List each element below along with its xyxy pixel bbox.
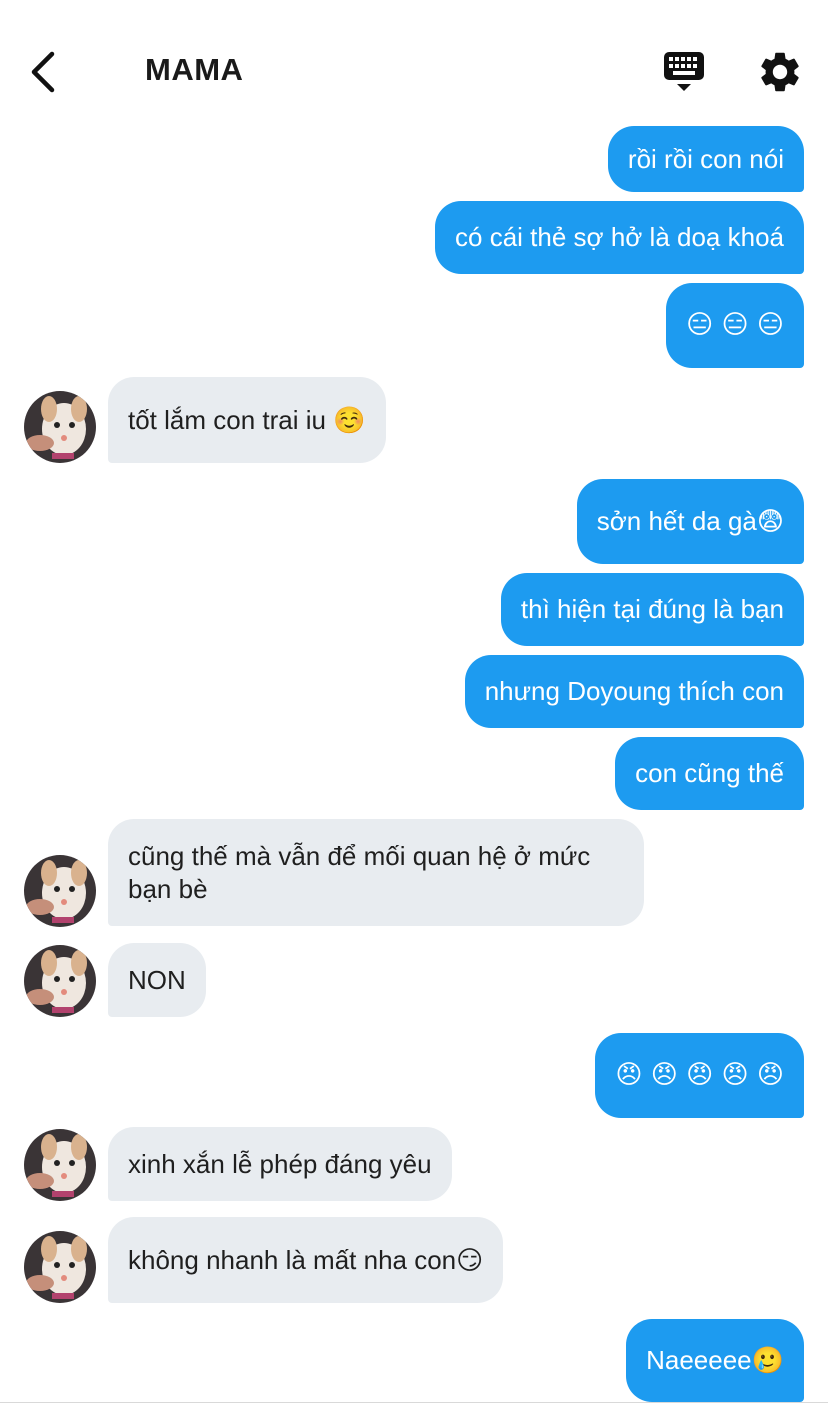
message-text: thì hiện tại đúng là bạn: [520, 594, 784, 624]
message-text: xinh xắn lễ phép đáng yêu: [128, 1148, 432, 1179]
keyboard-icon: [664, 52, 704, 91]
chat-header: MAMA: [0, 0, 828, 125]
message-bubble-incoming[interactable]: xinh xắn lễ phép đáng yêu: [108, 1127, 452, 1201]
avatar[interactable]: [24, 391, 96, 463]
conversation-title: MAMA: [145, 52, 244, 87]
avatar[interactable]: [24, 855, 96, 927]
dog-avatar: [24, 1231, 96, 1303]
keyboard-toggle-button[interactable]: [660, 50, 708, 94]
dog-avatar: [24, 855, 96, 927]
message-bubble-incoming[interactable]: không nhanh là mất nha con😏: [108, 1217, 504, 1303]
message-bubble-outgoing[interactable]: con cũng thế: [615, 737, 804, 810]
message-bubble-incoming[interactable]: cũng thế mà vẫn để mối quan hệ ở mức bạn…: [108, 819, 644, 926]
message-bubble-outgoing[interactable]: rồi rồi con nói: [607, 126, 804, 192]
message-text: NON: [128, 964, 186, 995]
message-text: sởn hết da gà😨: [596, 506, 784, 536]
avatar[interactable]: [24, 1231, 96, 1303]
message-text: có cái thẻ sợ hở là doạ khoá: [455, 222, 784, 252]
settings-button[interactable]: [756, 48, 804, 96]
message-text: 😠 😠 😠 😠 😠: [615, 1060, 784, 1090]
message-bubble-outgoing[interactable]: Naeeeee🥲: [626, 1319, 804, 1402]
message-text: con cũng thế: [635, 758, 784, 788]
dog-avatar: [24, 945, 96, 1017]
message-bubble-incoming[interactable]: NON: [108, 943, 206, 1017]
avatar[interactable]: [24, 945, 96, 1017]
message-text: rồi rồi con nói: [627, 143, 784, 174]
message-bubble-incoming[interactable]: tốt lắm con trai iu ☺️: [108, 377, 386, 463]
message-text: tốt lắm con trai iu ☺️: [128, 404, 366, 435]
message-text: nhưng Doyoung thích con: [484, 676, 784, 706]
message-bubble-outgoing[interactable]: có cái thẻ sợ hở là doạ khoá: [435, 201, 804, 274]
dog-avatar: [24, 1129, 96, 1201]
back-button[interactable]: [28, 50, 68, 94]
message-text: Naeeeee🥲: [646, 1345, 784, 1375]
message-bubble-outgoing[interactable]: 😑 😑 😑: [666, 283, 804, 368]
message-text: không nhanh là mất nha con😏: [128, 1244, 484, 1275]
message-text: cũng thế mà vẫn để mối quan hệ ở mức bạn…: [128, 840, 591, 904]
dog-avatar: [24, 391, 96, 463]
message-bubble-outgoing[interactable]: 😠 😠 😠 😠 😠: [595, 1033, 804, 1118]
message-bubble-outgoing[interactable]: thì hiện tại đúng là bạn: [500, 573, 804, 646]
message-bubble-outgoing[interactable]: nhưng Doyoung thích con: [464, 655, 804, 728]
gear-icon: [761, 52, 799, 92]
message-bubble-outgoing[interactable]: sởn hết da gà😨: [576, 479, 804, 564]
divider: [0, 1402, 828, 1403]
avatar[interactable]: [24, 1129, 96, 1201]
message-text: 😑 😑 😑: [686, 310, 784, 340]
chevron-left-icon: [31, 51, 55, 93]
